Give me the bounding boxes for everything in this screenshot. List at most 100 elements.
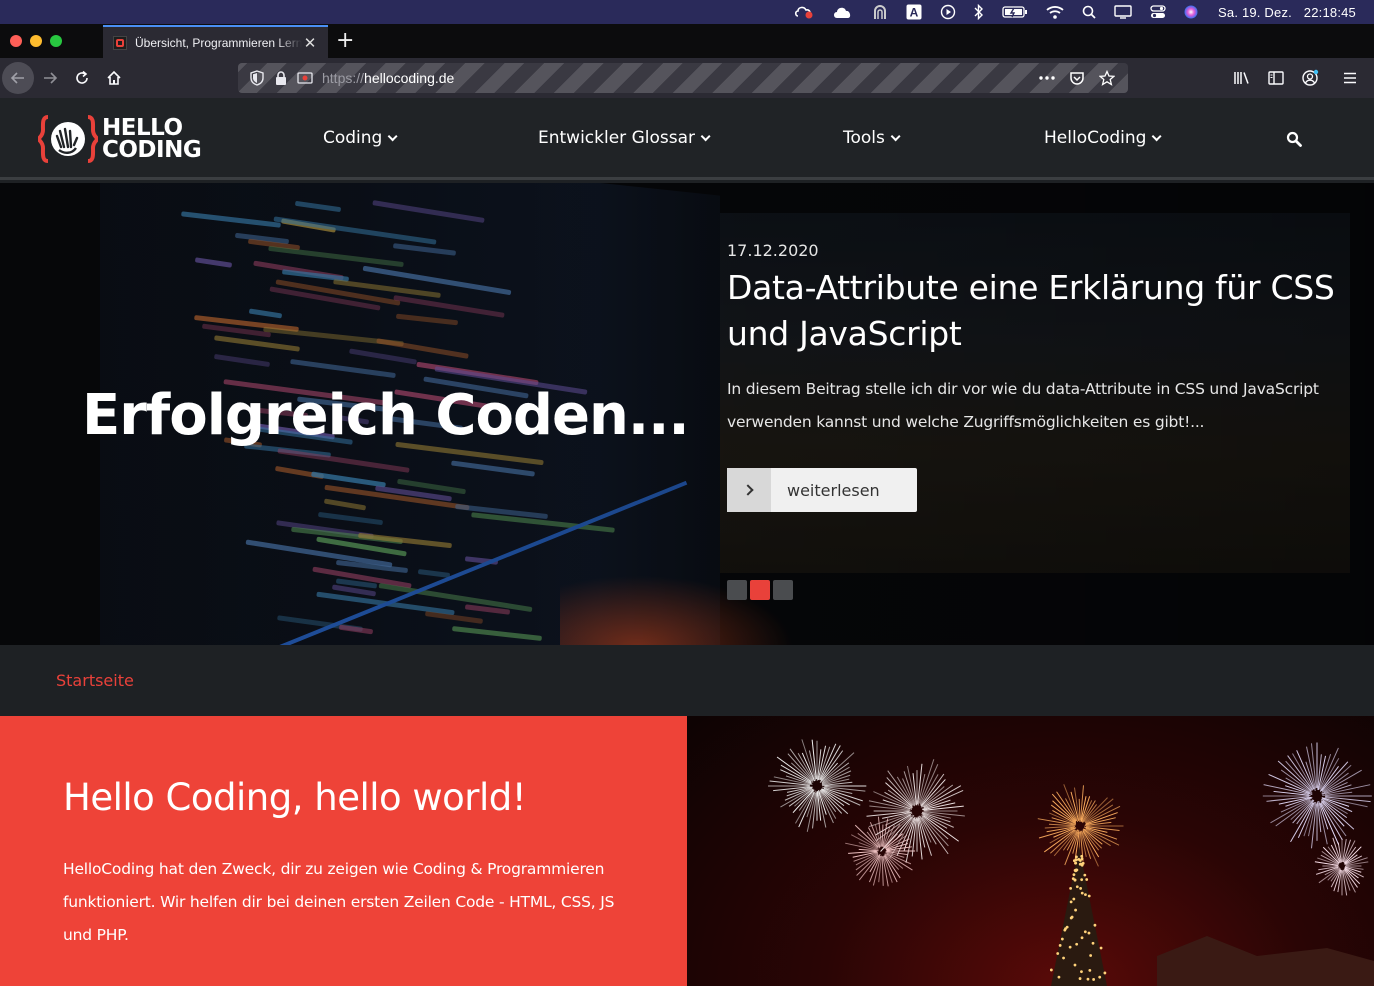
- pocket-icon[interactable]: [1066, 67, 1088, 89]
- slider-pagination: [727, 580, 796, 600]
- tree-light: [1086, 977, 1090, 981]
- nav-label: Entwickler Glossar: [538, 128, 695, 148]
- tree-light: [1056, 952, 1060, 955]
- slider-dot[interactable]: [750, 580, 770, 600]
- permissions-icon[interactable]: [294, 67, 316, 89]
- tree-light: [1103, 971, 1107, 975]
- url-text[interactable]: https://hellocoding.de: [322, 70, 454, 86]
- hero-headline: Erfolgreich Coden...: [82, 383, 690, 448]
- firework-burst: [768, 739, 867, 832]
- tree-light: [1074, 861, 1078, 865]
- site-search-button[interactable]: [1286, 131, 1302, 151]
- intro-heading: Hello Coding, hello world!: [63, 776, 527, 819]
- tree-light: [1075, 885, 1079, 889]
- siri-icon[interactable]: [1184, 5, 1198, 19]
- home-button[interactable]: [98, 62, 130, 94]
- nav-label: HelloCoding: [1044, 128, 1147, 148]
- new-tab-button[interactable]: +: [336, 28, 354, 53]
- play-icon[interactable]: [940, 4, 956, 20]
- reload-button[interactable]: [66, 62, 98, 94]
- lock-icon[interactable]: [270, 67, 292, 89]
- browser-tab-active[interactable]: Übersicht, Programmieren Lernen ✕: [103, 25, 328, 58]
- main-navigation: Coding Entwickler Glossar Tools HelloCod…: [0, 98, 1374, 180]
- hero-slider: Erfolgreich Coden... 17.12.2020 Data-Att…: [0, 183, 1374, 645]
- christmas-tree-silhouette: [1051, 846, 1107, 986]
- wifi-icon[interactable]: [1046, 5, 1064, 19]
- address-bar[interactable]: https://hellocoding.de: [238, 63, 1128, 93]
- display-icon[interactable]: [1114, 5, 1132, 19]
- home-icon: [107, 70, 121, 85]
- spotlight-icon[interactable]: [1082, 5, 1096, 19]
- tree-light: [1080, 970, 1083, 974]
- bluetooth-icon[interactable]: [974, 4, 984, 20]
- menubar-date: Sa. 19. Dez.: [1218, 4, 1292, 20]
- tree-light: [1077, 857, 1081, 861]
- tree-light: [1058, 944, 1062, 947]
- tree-light: [1057, 975, 1061, 979]
- chevron-down-icon: [388, 130, 398, 141]
- close-window-button[interactable]: [10, 35, 22, 47]
- tree-light: [1072, 897, 1076, 901]
- read-more-button[interactable]: weiterlesen: [727, 468, 917, 512]
- post-title[interactable]: Data-Attribute eine Erklärung für CSS un…: [727, 265, 1337, 357]
- reload-icon: [76, 70, 88, 84]
- close-tab-icon[interactable]: ✕: [302, 34, 318, 52]
- minimize-window-button[interactable]: [30, 35, 42, 47]
- nav-item-entwickler-glossar[interactable]: Entwickler Glossar: [538, 128, 711, 148]
- creative-cloud-icon[interactable]: [794, 5, 814, 19]
- breadcrumb-home-link[interactable]: Startseite: [56, 671, 134, 690]
- fireworks-image: [687, 716, 1374, 986]
- forward-button[interactable]: [34, 62, 66, 94]
- tree-light: [1071, 877, 1075, 881]
- page-actions-icon[interactable]: [1036, 67, 1058, 89]
- app-menu-button[interactable]: [1334, 62, 1366, 94]
- cloud-icon[interactable]: [832, 5, 854, 19]
- tree-light: [1075, 855, 1078, 859]
- tree-light: [1089, 954, 1093, 957]
- slider-dot[interactable]: [727, 580, 747, 600]
- intro-section: Hello Coding, hello world! HelloCoding h…: [0, 716, 687, 986]
- zoom-window-button[interactable]: [50, 35, 62, 47]
- battery-icon[interactable]: [1002, 5, 1028, 19]
- tree-light: [1069, 900, 1073, 904]
- tree-light: [1060, 937, 1064, 941]
- slider-dot[interactable]: [773, 580, 793, 600]
- arrow-right-icon: [44, 72, 58, 84]
- fireworks-illustration: [768, 739, 1374, 986]
- control-center-icon[interactable]: [1150, 5, 1166, 19]
- arch-icon[interactable]: [872, 4, 888, 20]
- nav-item-coding[interactable]: Coding: [323, 128, 398, 148]
- account-icon: [1302, 69, 1319, 86]
- tree-light: [1080, 891, 1084, 895]
- hamburger-icon: [1344, 72, 1356, 84]
- tree-light: [1093, 923, 1097, 927]
- site-favicon-icon: [113, 35, 127, 50]
- firework-burst: [1262, 742, 1372, 849]
- a-icon[interactable]: A: [906, 4, 922, 20]
- account-button[interactable]: [1294, 62, 1326, 94]
- menubar-clock[interactable]: Sa. 19. Dez. 22:18:45: [1218, 5, 1356, 20]
- nav-item-hellocoding[interactable]: HelloCoding: [1044, 128, 1163, 148]
- bookmark-star-icon[interactable]: [1096, 67, 1118, 89]
- nav-item-tools[interactable]: Tools: [843, 128, 901, 148]
- tree-light: [1099, 946, 1103, 950]
- post-excerpt: In diesem Beitrag stelle ich dir vor wie…: [727, 380, 1319, 431]
- tree-light: [1078, 977, 1082, 980]
- tree-light: [1088, 968, 1092, 972]
- library-button[interactable]: [1226, 62, 1258, 94]
- houses-silhouette: [1157, 936, 1374, 986]
- back-button[interactable]: [2, 62, 34, 94]
- tree-light: [1072, 873, 1076, 877]
- chevron-right-icon: [727, 468, 771, 512]
- library-icon: [1234, 72, 1249, 84]
- tree-light: [1069, 886, 1073, 890]
- tree-light: [1080, 936, 1084, 940]
- tree-light: [1092, 978, 1096, 981]
- browser-tabstrip: Übersicht, Programmieren Lernen ✕ +: [0, 24, 1374, 58]
- shield-icon[interactable]: [246, 67, 268, 89]
- firework-burst: [866, 759, 965, 863]
- tree-light: [1075, 942, 1079, 946]
- window-controls: [0, 24, 70, 58]
- sidebar-button[interactable]: [1260, 62, 1292, 94]
- tree-light: [1070, 915, 1074, 919]
